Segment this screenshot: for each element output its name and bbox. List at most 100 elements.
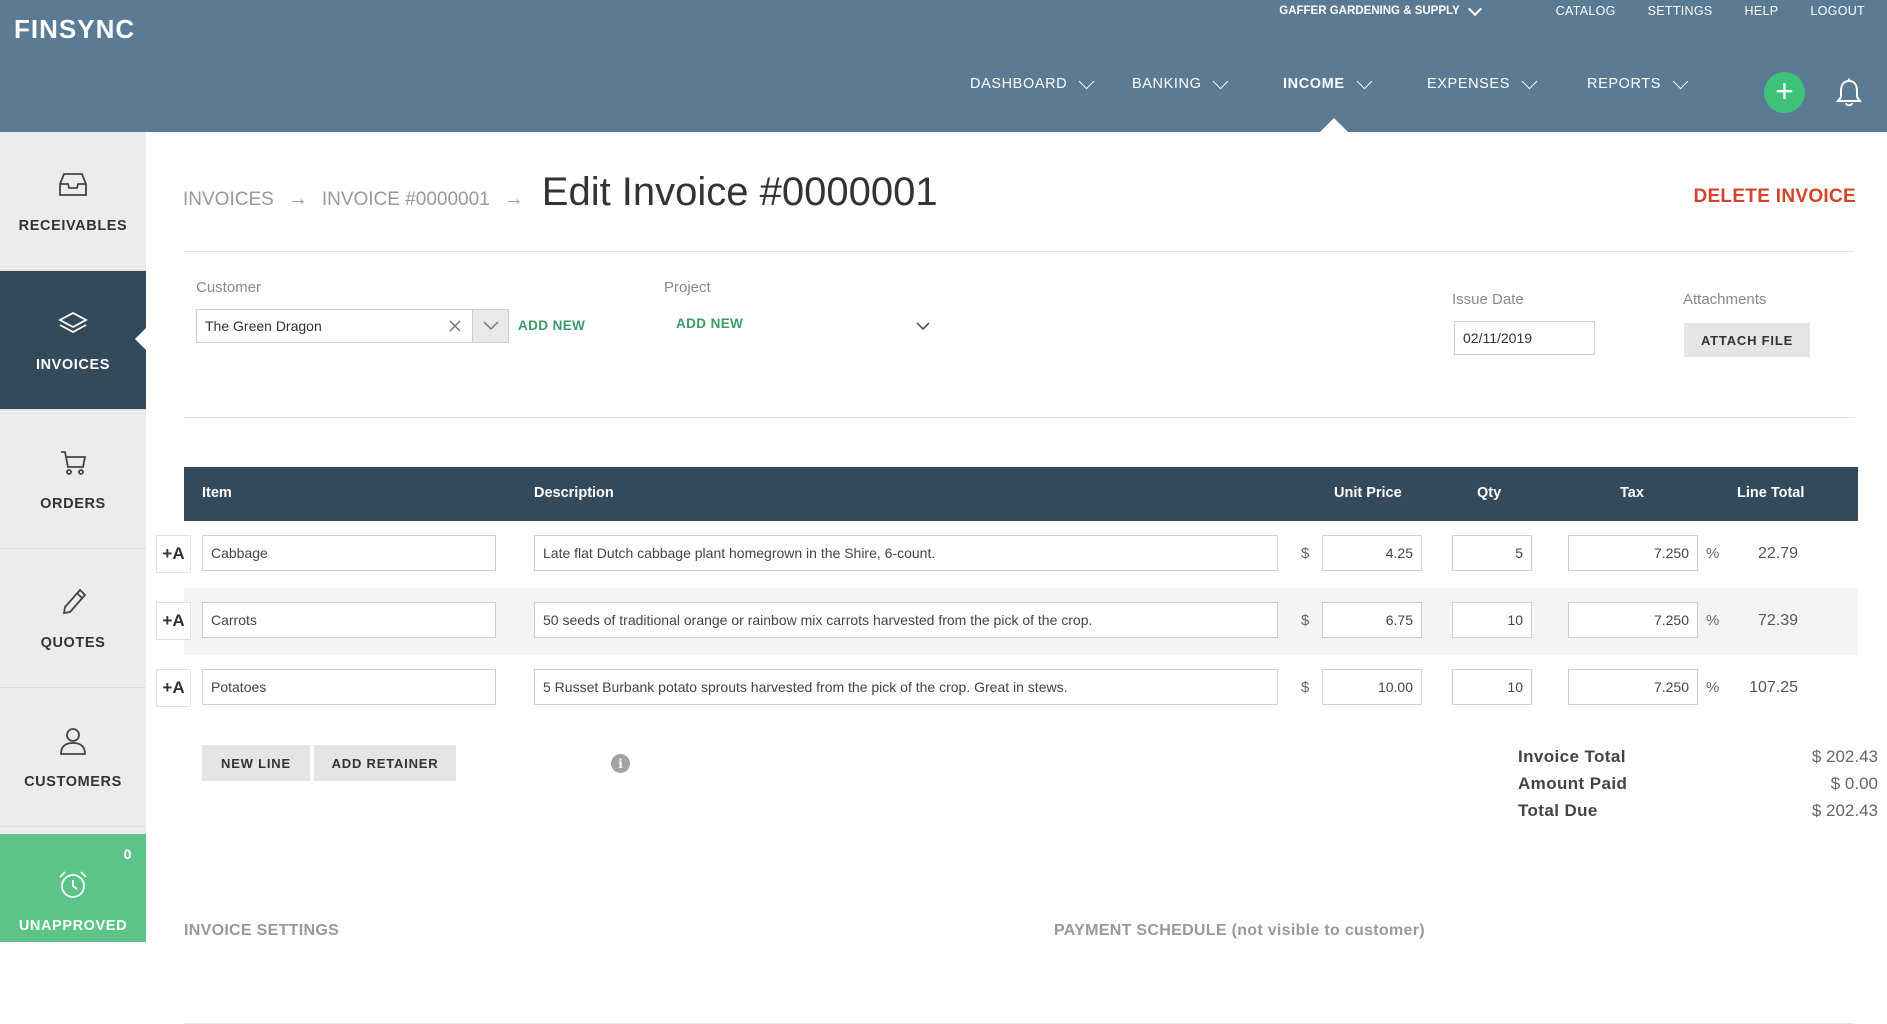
divider — [184, 417, 1854, 418]
issue-date-input[interactable]: 02/11/2019 — [1454, 321, 1595, 355]
settings-link[interactable]: SETTINGS — [1648, 4, 1713, 18]
top-bar: FINSYNC GAFFER GARDENING & SUPPLY CATALO… — [0, 0, 1887, 132]
tax-input[interactable]: 7.250 — [1568, 602, 1698, 638]
attachments-label: Attachments — [1683, 291, 1767, 308]
payment-schedule-heading[interactable]: PAYMENT SCHEDULE (not visible to custome… — [1054, 922, 1425, 940]
breadcrumb: INVOICES → INVOICE #0000001 → Edit Invoi… — [183, 170, 938, 215]
col-unit-price: Unit Price — [1334, 485, 1402, 501]
breadcrumb-invoice-number[interactable]: INVOICE #0000001 — [322, 189, 490, 211]
chevron-down-icon — [1078, 73, 1095, 90]
sidebar-item-customers[interactable]: CUSTOMERS — [0, 688, 146, 827]
delete-invoice-button[interactable]: DELETE INVOICE — [1693, 186, 1856, 208]
table-row: +A Carrots 50 seeds of traditional orang… — [156, 588, 1858, 655]
logout-link[interactable]: LOGOUT — [1810, 4, 1865, 18]
project-label: Project — [664, 279, 711, 296]
project-select[interactable]: ADD NEW — [676, 316, 743, 331]
line-items-header: Item Description Unit Price Qty Tax Line… — [184, 467, 1858, 521]
nav-reports[interactable]: REPORTS — [1587, 73, 1689, 92]
add-item-button[interactable]: +A — [156, 535, 191, 573]
item-input[interactable]: Carrots — [202, 602, 496, 638]
nav-reports-label: REPORTS — [1587, 76, 1662, 92]
totals-value: $ 202.43 — [1811, 747, 1878, 766]
attach-file-button[interactable]: ATTACH FILE — [1684, 323, 1810, 357]
currency-symbol: $ — [1301, 679, 1310, 696]
sidebar-item-receivables[interactable]: RECEIVABLES — [0, 132, 146, 271]
person-icon — [60, 728, 86, 755]
invoice-settings-heading[interactable]: INVOICE SETTINGS — [184, 922, 339, 940]
qty-input[interactable]: 10 — [1452, 669, 1532, 705]
nav-dashboard-label: DASHBOARD — [970, 76, 1068, 92]
add-retainer-button[interactable]: ADD RETAINER — [314, 745, 456, 781]
help-link[interactable]: HELP — [1745, 4, 1779, 18]
unit-price-input[interactable]: 10.00 — [1322, 669, 1422, 705]
active-nav-caret — [1320, 118, 1348, 132]
invoice-totals: Invoice Total $ 202.43 Amount Paid $ 0.0… — [1518, 747, 1878, 828]
unit-price-input[interactable]: 6.75 — [1322, 602, 1422, 638]
app-logo[interactable]: FINSYNC — [14, 14, 135, 45]
unapproved-count-badge: 0 — [123, 846, 132, 862]
col-qty: Qty — [1477, 485, 1502, 501]
add-item-button[interactable]: +A — [156, 669, 191, 707]
utility-nav: GAFFER GARDENING & SUPPLY CATALOG SETTIN… — [1279, 1, 1865, 18]
nav-dashboard[interactable]: DASHBOARD — [970, 73, 1095, 92]
customer-select[interactable]: The Green Dragon — [196, 309, 473, 343]
unit-price-input[interactable]: 4.25 — [1322, 535, 1422, 571]
item-input[interactable]: Cabbage — [202, 535, 496, 571]
sidebar-item-label: CUSTOMERS — [24, 774, 122, 790]
nav-income[interactable]: INCOME — [1283, 73, 1372, 92]
totals-label: Total Due — [1518, 801, 1598, 820]
sidebar-item-orders[interactable]: ORDERS — [0, 410, 146, 549]
issue-date-value: 02/11/2019 — [1463, 330, 1533, 346]
col-tax: Tax — [1620, 485, 1644, 501]
line-total: 72.39 — [1757, 612, 1798, 629]
item-input[interactable]: Potatoes — [202, 669, 496, 705]
customer-value: The Green Dragon — [205, 318, 322, 334]
add-new-customer-link[interactable]: ADD NEW — [518, 318, 585, 333]
sidebar-item-label: QUOTES — [40, 635, 106, 651]
col-description: Description — [534, 485, 614, 501]
nav-income-label: INCOME — [1283, 76, 1345, 92]
sidebar-item-quotes[interactable]: QUOTES — [0, 549, 146, 688]
info-icon[interactable]: i — [611, 754, 630, 773]
new-line-button[interactable]: NEW LINE — [202, 745, 310, 781]
arrow-right-icon: → — [503, 188, 524, 210]
inbox-tray-icon — [59, 173, 87, 196]
totals-row-amount-paid: Amount Paid $ 0.00 — [1518, 774, 1878, 801]
customer-dropdown-toggle[interactable] — [473, 309, 509, 343]
description-input[interactable]: 50 seeds of traditional orange or rainbo… — [534, 602, 1278, 638]
totals-label: Invoice Total — [1518, 747, 1626, 766]
breadcrumb-invoices[interactable]: INVOICES — [183, 189, 274, 211]
bell-icon[interactable] — [1836, 78, 1862, 108]
tax-input[interactable]: 7.250 — [1568, 669, 1698, 705]
quick-add-button[interactable]: + — [1764, 72, 1805, 113]
main-content: INVOICES → INVOICE #0000001 → Edit Invoi… — [146, 132, 1887, 1024]
catalog-link[interactable]: CATALOG — [1556, 4, 1616, 18]
chevron-down-icon — [1356, 73, 1372, 90]
sidebar-item-invoices[interactable]: INVOICES — [0, 271, 147, 410]
qty-input[interactable]: 5 — [1452, 535, 1532, 571]
description-input[interactable]: 5 Russet Burbank potato sprouts harveste… — [534, 669, 1278, 705]
main-nav: DASHBOARD BANKING INCOME EXPENSES REPORT… — [0, 73, 1887, 110]
nav-banking[interactable]: BANKING — [1132, 73, 1229, 92]
chevron-down-icon — [1213, 73, 1229, 90]
description-input[interactable]: Late flat Dutch cabbage plant homegrown … — [534, 535, 1278, 571]
nav-expenses[interactable]: EXPENSES — [1427, 73, 1538, 92]
qty-input[interactable]: 10 — [1452, 602, 1532, 638]
tax-input[interactable]: 7.250 — [1568, 535, 1698, 571]
totals-row-invoice-total: Invoice Total $ 202.43 — [1518, 747, 1878, 774]
currency-symbol: $ — [1301, 545, 1310, 562]
table-row: +A Potatoes 5 Russet Burbank potato spro… — [156, 655, 1858, 722]
percent-symbol: % — [1706, 612, 1720, 629]
customer-label: Customer — [196, 279, 262, 296]
chevron-down-icon — [1672, 73, 1689, 90]
chevron-down-icon[interactable] — [916, 322, 930, 331]
add-item-button[interactable]: +A — [156, 602, 191, 640]
percent-symbol: % — [1706, 545, 1720, 562]
sidebar-item-label: UNAPPROVED — [18, 918, 128, 934]
col-item: Item — [202, 485, 232, 501]
alarm-clock-icon — [59, 871, 87, 898]
clear-icon[interactable] — [449, 320, 461, 332]
issue-date-label: Issue Date — [1452, 291, 1524, 308]
sidebar-item-unapproved[interactable]: 0 UNAPPROVED — [0, 834, 146, 942]
company-switcher[interactable]: GAFFER GARDENING & SUPPLY — [1279, 1, 1482, 17]
